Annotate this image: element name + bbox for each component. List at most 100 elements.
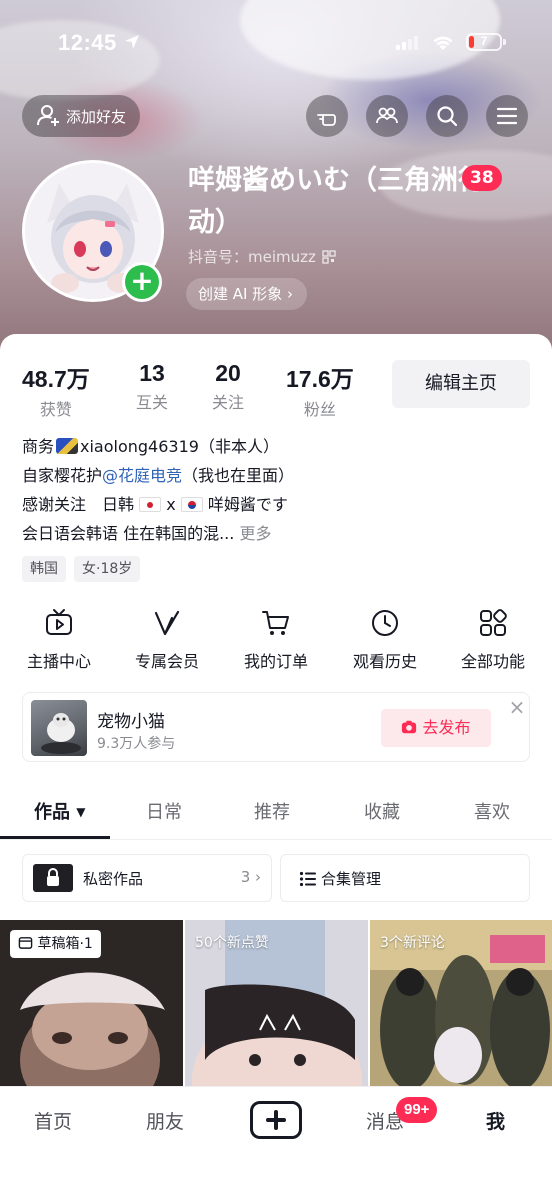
services-row: 主播中心 专属会员 我的订单 观看历史 全部功能: [0, 608, 552, 678]
wifi-icon: [433, 36, 453, 50]
friends-button[interactable]: [366, 95, 408, 137]
bio-text: xiaolong46319（非本人）: [80, 437, 279, 456]
battery-icon: 7: [466, 33, 502, 51]
nav-me[interactable]: 我: [486, 1107, 505, 1134]
tab-daily[interactable]: 日常: [146, 798, 182, 824]
promo-banner[interactable]: 宠物小猫 9.3万人参与 去发布 ×: [22, 692, 530, 762]
grid-item-video[interactable]: 3个新评论: [370, 920, 552, 1090]
service-label: 专属会员: [134, 652, 199, 671]
promo-button-label: 去发布: [422, 718, 471, 737]
add-avatar-button[interactable]: +: [122, 262, 162, 302]
business-icon: [56, 438, 79, 454]
vip-icon: [154, 610, 180, 636]
bio-text: 咩姆酱です: [207, 495, 288, 514]
drafts-box-icon: [18, 937, 33, 949]
service-history[interactable]: 观看历史: [330, 608, 440, 672]
cart-icon: [262, 611, 289, 635]
promo-subtitle: 9.3万人参与: [97, 736, 176, 752]
private-works-count: 3 ›: [240, 868, 261, 886]
battery-tip: [503, 39, 506, 45]
level-badge: 38: [462, 165, 502, 191]
search-icon: [437, 106, 458, 127]
gender-age-tag[interactable]: 女·18岁: [74, 556, 141, 582]
grid-item-video[interactable]: 50个新点赞: [185, 920, 368, 1090]
tab-favorites[interactable]: 收藏: [364, 798, 400, 824]
status-time: 12:45: [58, 30, 117, 55]
hand-pointer-button[interactable]: [306, 95, 348, 137]
private-works-label: 私密作品: [83, 870, 144, 888]
status-bar: 12:45 7: [0, 28, 552, 62]
bio-more-link[interactable]: 更多: [239, 524, 271, 543]
service-label: 我的订单: [243, 652, 308, 671]
profile-name: 咩姆酱めいむ（三角洲行动）: [188, 165, 485, 238]
search-button[interactable]: [426, 95, 468, 137]
active-tab-indicator: [0, 836, 110, 839]
battery-percent: 7: [480, 34, 488, 48]
service-streamer-center[interactable]: 主播中心: [4, 608, 114, 672]
japan-flag-icon: [139, 497, 162, 512]
works-grid: 草稿箱·1 50个新点赞 3个新评论: [0, 920, 552, 1090]
messages-badge: 99+: [396, 1097, 438, 1123]
grid-icon: [480, 609, 507, 636]
stat-label: 互关: [136, 393, 169, 412]
bio-line: 感谢关注 日韩 x 咩姆酱です: [22, 490, 532, 519]
tab-works[interactable]: 作品 ▼: [34, 798, 86, 824]
profile-card: 48.7万 获赞 13 互关 20 关注 17.6万 粉丝 编辑主页 商务 xia…: [0, 334, 552, 1094]
mention-link[interactable]: @花庭电竞: [102, 466, 182, 485]
tab-label: 作品: [34, 802, 70, 823]
private-works-thumbnail: [33, 864, 73, 892]
service-vip[interactable]: 专属会员: [112, 608, 222, 672]
nav-home[interactable]: 首页: [34, 1107, 72, 1134]
works-actions: 私密作品 3 › 合集管理: [22, 854, 530, 902]
douyin-id-text: 抖音号：meimuzz: [188, 248, 316, 266]
create-ai-avatar-button[interactable]: 创建 AI 形象 ›: [186, 278, 307, 310]
tv-icon: [46, 609, 72, 635]
bio-text: （我也在里面）: [182, 466, 295, 485]
location-arrow-icon: [125, 35, 139, 49]
private-works-button[interactable]: 私密作品 3 ›: [22, 854, 272, 902]
promo-publish-button[interactable]: 去发布: [381, 709, 491, 747]
create-post-button[interactable]: [250, 1101, 302, 1139]
promo-thumbnail: [31, 700, 87, 756]
collection-manage-label: 合集管理: [321, 870, 382, 888]
nav-friends[interactable]: 朋友: [146, 1107, 184, 1134]
menu-button[interactable]: [486, 95, 528, 137]
plus-icon: +: [125, 265, 159, 299]
add-friend-button[interactable]: 添加好友: [22, 95, 140, 137]
promo-title: 宠物小猫: [97, 712, 165, 732]
location-tag[interactable]: 韩国: [22, 556, 66, 582]
edit-profile-button[interactable]: 编辑主页: [392, 360, 530, 408]
clock-icon: [372, 610, 398, 636]
stats-row: 48.7万 获赞 13 互关 20 关注 17.6万 粉丝: [0, 360, 380, 419]
douyin-id[interactable]: 抖音号：meimuzz: [188, 246, 336, 267]
close-icon[interactable]: ×: [507, 697, 527, 717]
stat-followers[interactable]: 17.6万 粉丝: [286, 360, 354, 420]
service-label: 全部功能: [460, 652, 525, 671]
qr-code-icon: [322, 249, 336, 264]
stat-label: 获赞: [39, 400, 72, 419]
stat-following[interactable]: 20 关注: [212, 360, 244, 413]
service-orders[interactable]: 我的订单: [221, 608, 331, 672]
service-label: 主播中心: [26, 652, 91, 671]
stat-likes[interactable]: 48.7万 获赞: [22, 360, 90, 420]
tab-recommended[interactable]: 推荐: [254, 798, 290, 824]
bottom-nav: 首页 朋友 消息 99+ 我: [0, 1086, 552, 1200]
grid-item-drafts[interactable]: 草稿箱·1: [0, 920, 183, 1090]
new-likes-tag: 50个新点赞: [195, 935, 269, 951]
cellular-signal-icon: [396, 36, 418, 50]
service-all-features[interactable]: 全部功能: [438, 608, 548, 672]
content-tabs: 作品 ▼ 日常 推荐 收藏 喜欢: [0, 790, 552, 840]
korea-flag-icon: [180, 497, 203, 512]
stat-value: 13: [139, 360, 165, 386]
people-icon: [376, 107, 398, 124]
bio-text: 自家樱花护: [22, 466, 103, 485]
tab-likes[interactable]: 喜欢: [474, 798, 510, 824]
service-label: 观看历史: [352, 652, 417, 671]
stat-value: 48.7万: [22, 366, 90, 392]
bio-line: 自家樱花护@花庭电竞（我也在里面）: [22, 461, 532, 490]
stat-mutual[interactable]: 13 互关: [136, 360, 168, 413]
collection-manage-button[interactable]: 合集管理: [280, 854, 530, 902]
lock-icon: [47, 868, 59, 886]
bio-text: 会日语会韩语 住在韩国的混...: [22, 524, 235, 543]
stat-label: 关注: [212, 393, 245, 412]
